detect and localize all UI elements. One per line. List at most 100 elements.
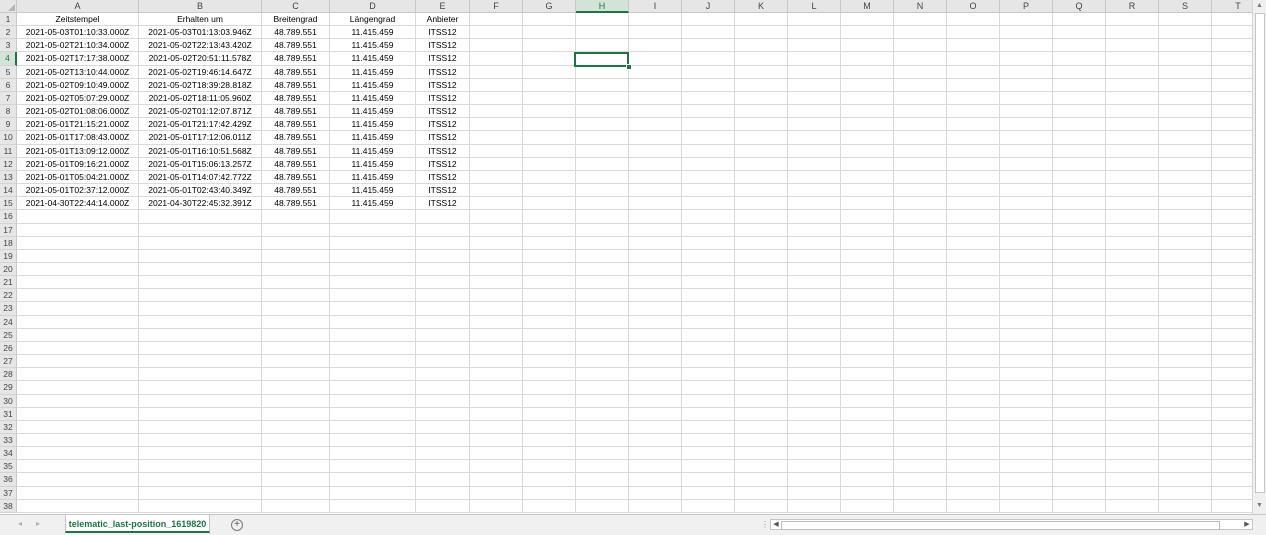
cell-s33[interactable]: [1159, 434, 1212, 448]
cell-n6[interactable]: [894, 78, 947, 92]
cell-n22[interactable]: [894, 289, 947, 303]
cell-n36[interactable]: [894, 473, 947, 487]
cell-h18[interactable]: [576, 236, 629, 250]
cell-s37[interactable]: [1159, 486, 1212, 500]
cell-s14[interactable]: [1159, 184, 1212, 198]
cell-g20[interactable]: [523, 262, 576, 277]
cell-j26[interactable]: [682, 341, 735, 356]
cell-r2[interactable]: [1106, 26, 1159, 40]
cell-j35[interactable]: [682, 460, 735, 474]
cell-s1[interactable]: [1159, 13, 1212, 27]
cell-d18[interactable]: [330, 236, 416, 250]
cell-h1[interactable]: [576, 13, 629, 27]
cell-q24[interactable]: [1053, 315, 1106, 329]
cell-t27[interactable]: [1212, 355, 1252, 369]
cell-j32[interactable]: [682, 420, 735, 434]
cell-p11[interactable]: [1000, 144, 1053, 158]
column-header-h[interactable]: H: [576, 0, 629, 13]
cell-o36[interactable]: [947, 473, 1000, 487]
cell-k21[interactable]: [735, 276, 788, 290]
cell-a11[interactable]: 2021-05-01T13:09:12.000Z: [17, 144, 139, 158]
cell-s7[interactable]: [1159, 91, 1212, 106]
cell-f17[interactable]: [470, 223, 523, 237]
cell-d11[interactable]: 11.415.459: [330, 144, 416, 158]
cell-g5[interactable]: [523, 65, 576, 79]
cell-n17[interactable]: [894, 223, 947, 237]
cell-s18[interactable]: [1159, 236, 1212, 250]
cell-h33[interactable]: [576, 434, 629, 448]
cell-o16[interactable]: [947, 210, 1000, 224]
cell-r28[interactable]: [1106, 368, 1159, 382]
cell-q33[interactable]: [1053, 434, 1106, 448]
column-header-m[interactable]: M: [841, 0, 894, 13]
cell-q3[interactable]: [1053, 39, 1106, 53]
cell-e29[interactable]: [416, 381, 470, 395]
cell-g23[interactable]: [523, 302, 576, 316]
cell-j16[interactable]: [682, 210, 735, 224]
cell-n16[interactable]: [894, 210, 947, 224]
cell-s10[interactable]: [1159, 131, 1212, 145]
cell-f8[interactable]: [470, 105, 523, 119]
cell-k12[interactable]: [735, 157, 788, 171]
cell-k23[interactable]: [735, 302, 788, 316]
cell-j23[interactable]: [682, 302, 735, 316]
cell-l33[interactable]: [788, 434, 841, 448]
cell-k28[interactable]: [735, 368, 788, 382]
cell-r27[interactable]: [1106, 355, 1159, 369]
cell-a29[interactable]: [17, 381, 139, 395]
cell-a22[interactable]: [17, 289, 139, 303]
cell-o10[interactable]: [947, 131, 1000, 145]
cell-p1[interactable]: [1000, 13, 1053, 27]
row-header-21[interactable]: 21: [0, 276, 17, 290]
cell-t5[interactable]: [1212, 66, 1252, 79]
cell-i23[interactable]: [629, 302, 682, 316]
cell-c37[interactable]: [262, 486, 330, 500]
cell-h32[interactable]: [576, 420, 629, 434]
cell-r6[interactable]: [1106, 78, 1159, 92]
cell-l13[interactable]: [788, 170, 841, 185]
cell-j29[interactable]: [682, 381, 735, 395]
cell-d32[interactable]: [330, 420, 416, 434]
cell-h13[interactable]: [576, 170, 629, 185]
cell-c6[interactable]: 48.789.551: [262, 78, 330, 92]
cell-s34[interactable]: [1159, 447, 1212, 461]
cell-n11[interactable]: [894, 144, 947, 158]
cell-d3[interactable]: 11.415.459: [330, 39, 416, 53]
cell-h8[interactable]: [576, 105, 629, 119]
cell-h2[interactable]: [576, 26, 629, 40]
cell-r15[interactable]: [1106, 197, 1159, 211]
cell-q20[interactable]: [1053, 262, 1106, 277]
column-header-f[interactable]: F: [470, 0, 523, 13]
cell-o30[interactable]: [947, 394, 1000, 408]
cell-q7[interactable]: [1053, 91, 1106, 106]
row-header-4[interactable]: 4: [0, 52, 17, 66]
cell-g8[interactable]: [523, 105, 576, 119]
cell-j28[interactable]: [682, 368, 735, 382]
cell-b35[interactable]: [139, 460, 262, 474]
cell-j13[interactable]: [682, 170, 735, 185]
cell-o6[interactable]: [947, 78, 1000, 92]
cell-h26[interactable]: [576, 341, 629, 356]
cell-q38[interactable]: [1053, 499, 1106, 513]
cell-f33[interactable]: [470, 434, 523, 448]
cell-t36[interactable]: [1212, 473, 1252, 487]
cell-a32[interactable]: [17, 420, 139, 434]
cell-a9[interactable]: 2021-05-01T21:15:21.000Z: [17, 118, 139, 132]
cell-s29[interactable]: [1159, 381, 1212, 395]
cell-p22[interactable]: [1000, 289, 1053, 303]
cell-g11[interactable]: [523, 144, 576, 158]
cell-f4[interactable]: [470, 52, 523, 66]
row-header-33[interactable]: 33: [0, 434, 17, 448]
cell-b8[interactable]: 2021-05-02T01:12:07.871Z: [139, 105, 262, 119]
cell-e13[interactable]: ITSS12: [416, 170, 470, 185]
cell-k37[interactable]: [735, 486, 788, 500]
cell-g37[interactable]: [523, 486, 576, 500]
cell-g6[interactable]: [523, 78, 576, 92]
cell-b29[interactable]: [139, 381, 262, 395]
cell-a4[interactable]: 2021-05-02T17:17:38.000Z: [17, 52, 139, 66]
row-header-37[interactable]: 37: [0, 486, 17, 500]
cell-n20[interactable]: [894, 262, 947, 277]
cell-m24[interactable]: [841, 315, 894, 329]
cell-t18[interactable]: [1212, 237, 1252, 250]
cell-i29[interactable]: [629, 381, 682, 395]
